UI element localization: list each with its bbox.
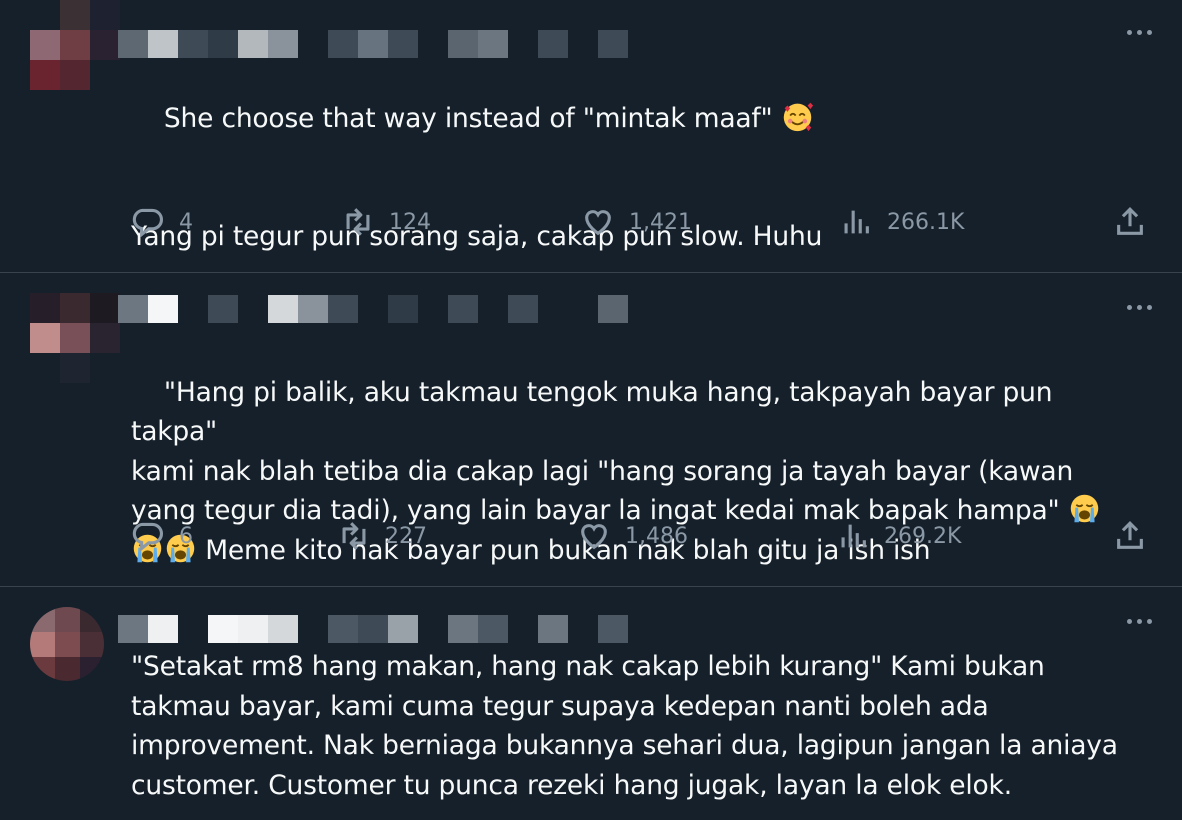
share-button[interactable] <box>1113 202 1147 242</box>
tweet-text-line: "Hang pi balik, aku takmau tengok muka h… <box>131 376 1061 448</box>
like-count: 1,421 <box>629 209 692 235</box>
retweet-button[interactable]: 124 <box>341 202 431 242</box>
more-options-button[interactable] <box>1122 22 1156 42</box>
like-button[interactable]: 1,486 <box>577 516 688 556</box>
tweet-text: "Setakat rm8 hang makan, hang nak cakap … <box>131 651 1118 801</box>
reply-count: 4 <box>179 209 193 235</box>
retweet-button[interactable]: 227 <box>337 516 427 556</box>
share-icon <box>1117 207 1143 235</box>
heart-icon <box>581 524 607 550</box>
author-name-redacted[interactable] <box>118 295 628 323</box>
reply-button[interactable]: 6 <box>131 516 193 556</box>
tweet-text-line: kami nak blah tetiba dia cakap lagi "han… <box>131 455 1074 487</box>
avatar[interactable] <box>30 293 120 383</box>
avatar[interactable] <box>30 607 104 681</box>
more-icon <box>1126 304 1132 310</box>
views-icon <box>841 524 866 548</box>
views-button[interactable]: 266.1K <box>839 202 964 242</box>
tweet-2[interactable]: "Hang pi balik, aku takmau tengok muka h… <box>0 273 1182 585</box>
more-icon <box>1126 618 1132 624</box>
like-count: 1,486 <box>625 523 688 549</box>
retweet-count: 227 <box>385 523 427 549</box>
smiling-hearts-emoji-icon <box>781 100 814 133</box>
like-button[interactable]: 1,421 <box>581 202 692 242</box>
tweet-1[interactable]: She choose that way instead of "mintak m… <box>0 0 1182 272</box>
views-button[interactable]: 269.2K <box>836 516 961 556</box>
author-name-redacted[interactable] <box>118 30 628 58</box>
share-icon <box>1117 521 1143 549</box>
reply-count: 6 <box>179 523 193 549</box>
more-options-button[interactable] <box>1122 611 1156 631</box>
author-name-redacted[interactable] <box>118 615 628 643</box>
more-options-button[interactable] <box>1122 297 1156 317</box>
retweet-count: 124 <box>389 209 431 235</box>
views-icon <box>844 210 869 234</box>
tweet-3[interactable]: "Setakat rm8 hang makan, hang nak cakap … <box>0 587 1182 820</box>
tweet-text: "Hang pi balik, aku takmau tengok muka h… <box>131 333 1131 610</box>
retweet-icon <box>346 208 370 236</box>
views-count: 266.1K <box>887 209 965 235</box>
avatar[interactable] <box>30 0 120 90</box>
tweet-text: She choose that way instead of "mintak m… <box>131 59 1131 296</box>
tweet-text-line: She choose that way instead of "mintak m… <box>163 102 781 134</box>
more-icon <box>1126 29 1132 35</box>
heart-icon <box>585 210 611 236</box>
reply-icon <box>132 522 164 552</box>
retweet-icon <box>342 522 366 550</box>
tweet-actions: 6 227 1,486 269.2K <box>131 516 1151 556</box>
reply-button[interactable]: 4 <box>131 202 193 242</box>
tweet-actions: 4 124 1,421 266.1K <box>131 202 1151 242</box>
reply-icon <box>132 208 164 238</box>
views-count: 269.2K <box>884 523 962 549</box>
share-button[interactable] <box>1113 516 1147 556</box>
